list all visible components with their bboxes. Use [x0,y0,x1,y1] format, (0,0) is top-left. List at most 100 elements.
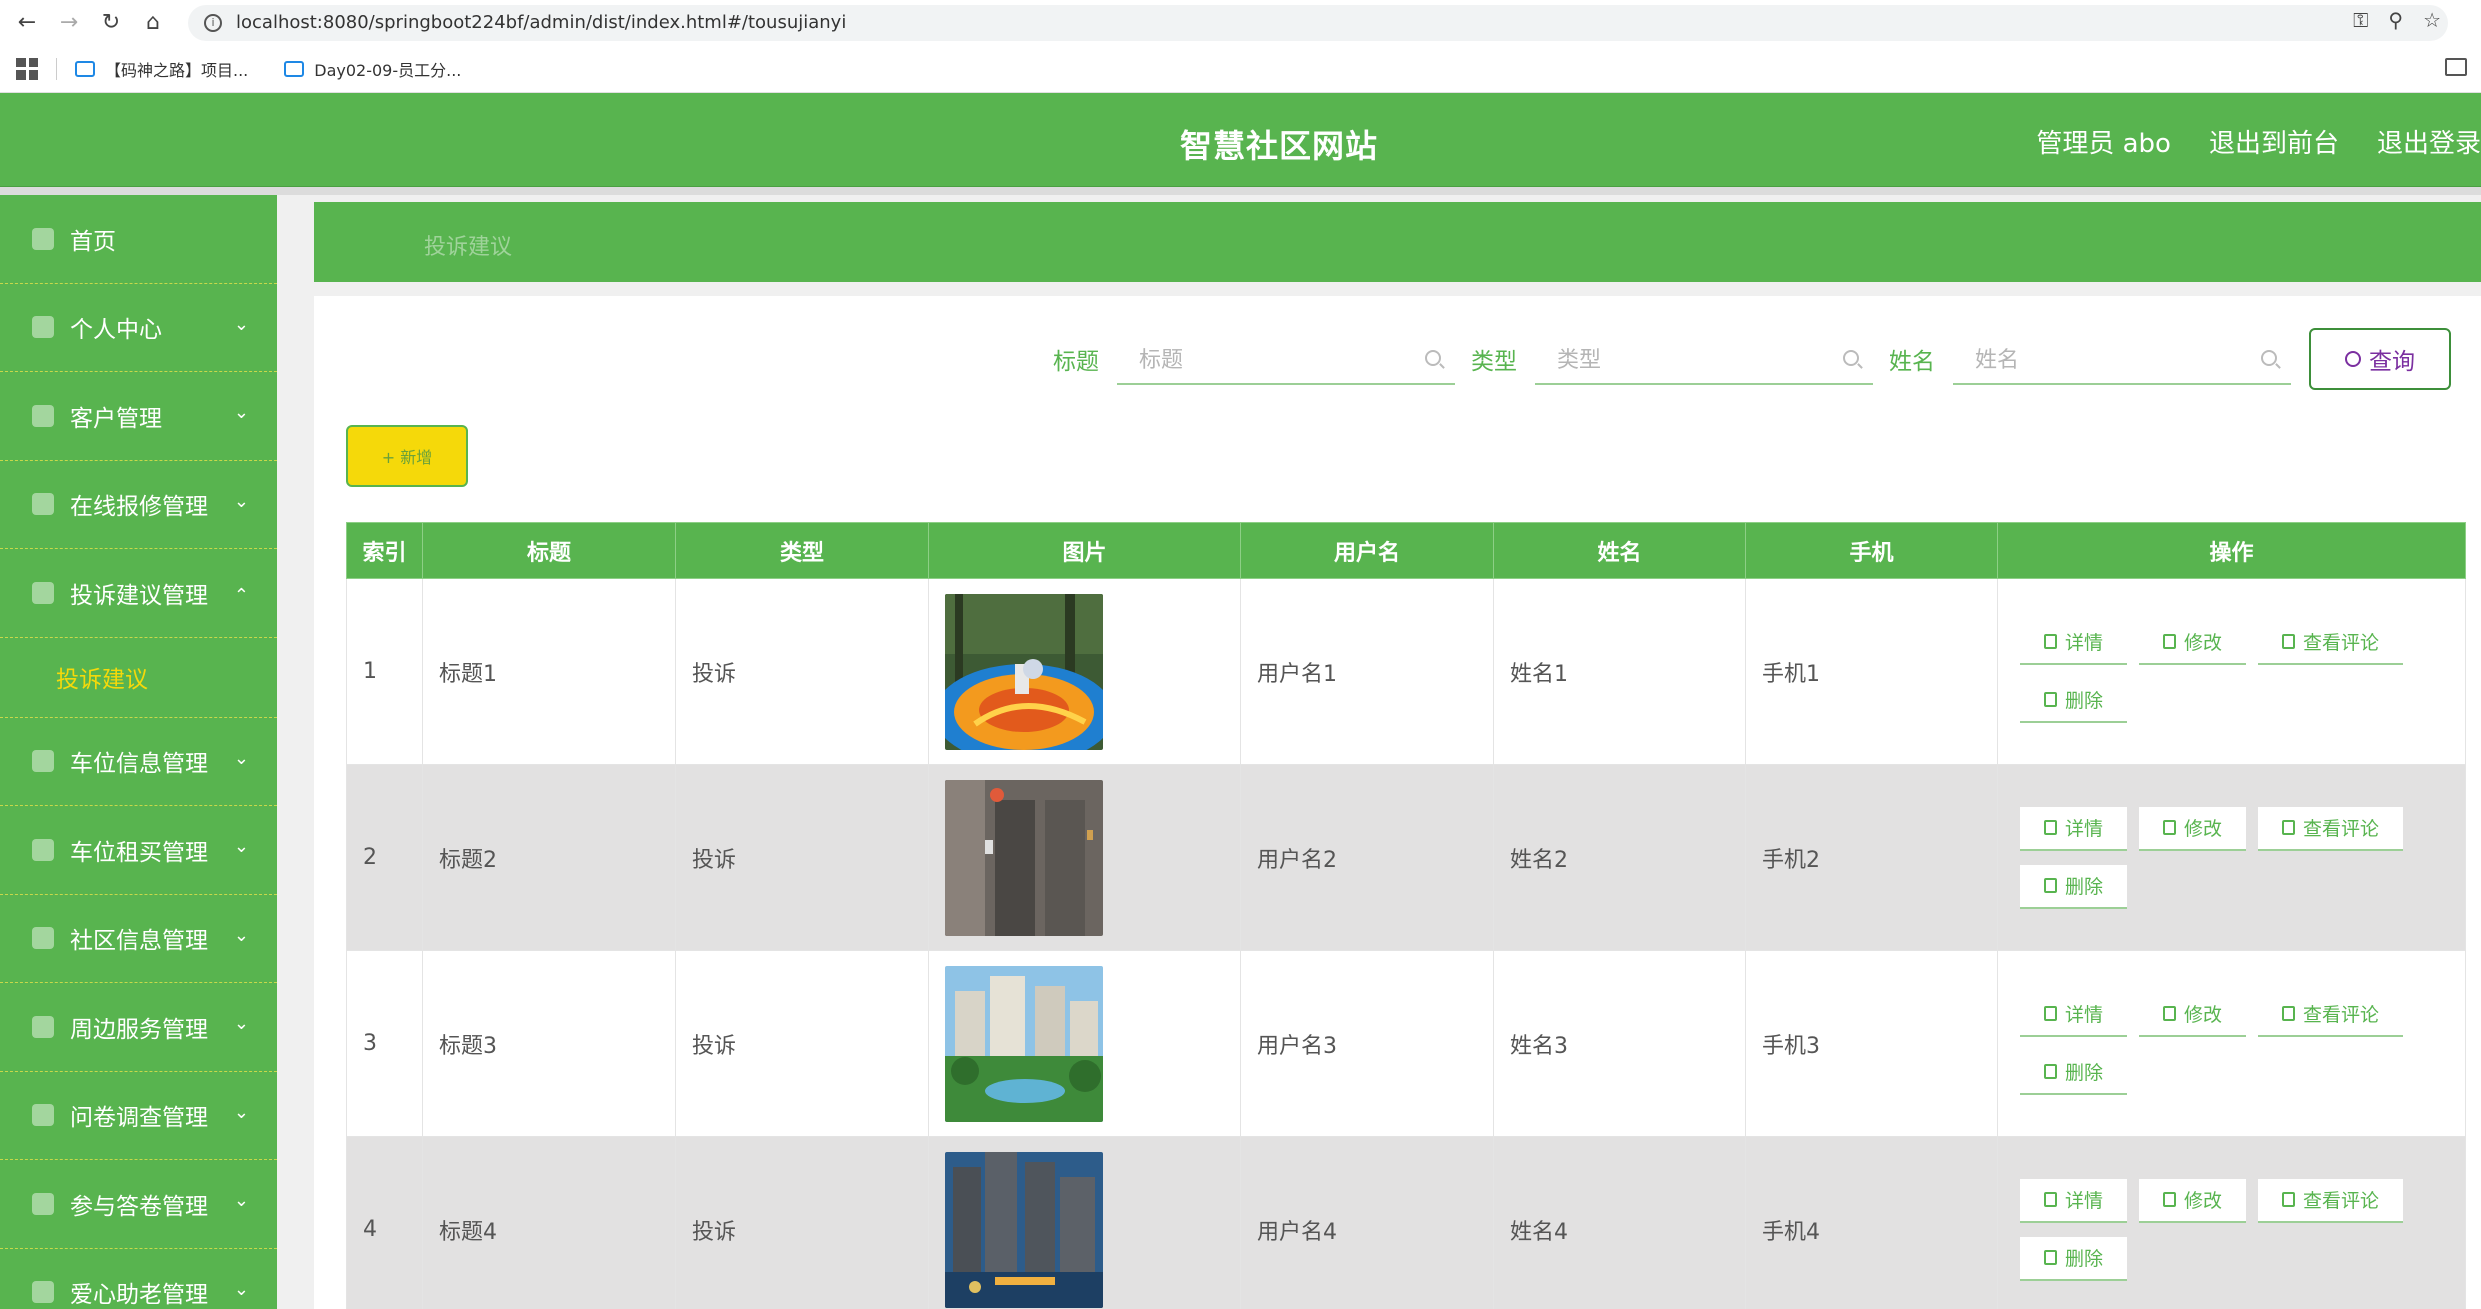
back-icon[interactable]: ← [12,8,42,38]
view-comments-button[interactable]: 查看评论 [2258,621,2404,665]
cell-image [928,1136,1241,1309]
sidebar-item-parking-info[interactable]: 车位信息管理 ⌄ [0,718,277,806]
buildings-night-image[interactable] [945,1151,1103,1308]
column-header: 索引 [346,522,423,579]
column-header: 类型 [675,522,929,579]
search-icon [1843,350,1859,366]
cell-username: 用户名1 [1240,578,1494,765]
edit-button[interactable]: 修改 [2139,993,2247,1037]
chevron-down-icon: ⌄ [233,1013,249,1034]
megaphone-icon [32,1104,54,1127]
chevron-down-icon: ⌄ [233,747,249,769]
query-button[interactable]: 查询 [2309,328,2451,390]
view-comments-button[interactable]: 查看评论 [2258,993,2404,1037]
elevator-image[interactable] [945,779,1103,936]
sidebar-subitem-complaints[interactable]: 投诉建议 [0,638,277,718]
cell-actions: 详情 修改 查看评论 删除 [1997,1136,2466,1309]
folder-icon[interactable] [2445,58,2467,76]
type-label: 类型 [1471,349,1517,375]
detail-button[interactable]: 详情 [2020,806,2128,851]
detail-button[interactable]: 详情 [2020,621,2128,665]
zoom-icon[interactable]: ⚲ [2388,8,2403,32]
chevron-down-icon: ⌄ [233,1190,249,1211]
sidebar-item-customers[interactable]: 客户管理 ⌄ [0,372,277,461]
edit-icon [2163,634,2177,649]
table-row: 3 标题3 投诉 用户名3 姓名3 手机3 详情 修改 查看评论 删除 [346,950,2466,1137]
sidebar-item-complaints[interactable]: 投诉建议管理 ⌃ [0,549,277,638]
sidebar-item-repair[interactable]: 在线报修管理 ⌄ [0,461,277,549]
cell-actions: 详情 修改 查看评论 删除 [1997,950,2466,1137]
edit-button[interactable]: 修改 [2139,806,2247,851]
column-header: 标题 [422,522,676,579]
cell-name: 姓名3 [1493,950,1746,1137]
cell-username: 用户名3 [1240,950,1494,1137]
view-comments-button[interactable]: 查看评论 [2258,1178,2404,1223]
sidebar-item-nearby-services[interactable]: 周边服务管理 ⌄ [0,983,277,1072]
search-form: 标题 标题 类型 类型 姓名 姓名 查询 [1037,328,2451,390]
sidebar-item-surveys[interactable]: 问卷调查管理 ⌄ [0,1072,277,1160]
edit-icon [2163,820,2177,835]
key-icon[interactable]: ⚿ [2353,8,2368,32]
sidebar-item-home[interactable]: 首页 [0,195,277,284]
cell-name: 姓名4 [1493,1136,1746,1309]
user-icon [32,316,54,339]
sidebar-item-elderly-care[interactable]: 爱心助老管理 ⌄ [0,1249,277,1309]
calendar-icon [32,838,54,861]
cell-index: 4 [346,1136,423,1309]
cell-image [928,578,1241,765]
delete-button[interactable]: 删除 [2020,1236,2128,1281]
residential-garden-image[interactable] [945,965,1103,1122]
chevron-down-icon: ⌄ [233,490,249,512]
name-search-input[interactable]: 姓名 [1953,333,2291,385]
chevron-down-icon: ⌄ [233,836,249,857]
add-button[interactable]: + 新增 [346,425,468,487]
search-icon [1425,350,1441,366]
forward-icon[interactable]: → [54,8,84,38]
cell-type: 投诉 [675,578,929,765]
sidebar-item-personal-center[interactable]: 个人中心 ⌄ [0,284,277,372]
cell-image [928,764,1241,951]
address-bar[interactable]: i localhost:8080/springboot224bf/admin/d… [188,4,2448,41]
edit-icon [2282,1006,2296,1021]
document-icon [2044,634,2057,649]
cell-actions: 详情 修改 查看评论 删除 [1997,764,2466,951]
cell-type: 投诉 [675,950,929,1137]
bookmark-item[interactable]: Day02-09-员工分... [284,57,461,81]
reload-icon[interactable]: ↻ [96,8,126,38]
apps-icon[interactable] [16,57,38,80]
building-icon [32,927,54,950]
trash-icon [2044,692,2057,707]
detail-button[interactable]: 详情 [2020,1178,2128,1223]
cell-index: 3 [346,950,423,1137]
view-comments-button[interactable]: 查看评论 [2258,806,2404,851]
type-search-input[interactable]: 类型 [1535,333,1873,385]
table-row: 1 标题1 投诉 用户名1 姓名1 手机1 详情 修改 查看评论 删除 [346,578,2466,765]
edit-icon [2163,1006,2177,1021]
edit-button[interactable]: 修改 [2139,1178,2247,1223]
bilibili-icon [75,60,95,77]
bookmark-item[interactable]: 【码神之路】项目... [75,57,248,81]
detail-button[interactable]: 详情 [2020,993,2128,1037]
info-icon[interactable]: i [204,13,222,32]
sidebar-item-parking-rent[interactable]: 车位租买管理 ⌄ [0,806,277,895]
edit-button[interactable]: 修改 [2139,621,2247,665]
chevron-down-icon: ⌄ [233,1101,249,1123]
document-icon [2044,1006,2057,1021]
title-label: 标题 [1053,349,1099,375]
playground-image[interactable] [945,593,1103,750]
column-header: 手机 [1745,522,1998,579]
delete-button[interactable]: 删除 [2020,864,2128,909]
main-content: 标题 标题 类型 类型 姓名 姓名 查询 + 新增 索引 标题 类型 图片 用户… [314,296,2481,1309]
delete-button[interactable]: 删除 [2020,1051,2128,1095]
home-icon[interactable]: ⌂ [138,8,168,38]
delete-button[interactable]: 删除 [2020,679,2128,723]
bilibili-icon [284,60,305,77]
edit-icon [2163,1192,2177,1207]
exit-to-front-link[interactable]: 退出到前台 [2209,123,2339,160]
sidebar-item-answers[interactable]: 参与答卷管理 ⌄ [0,1160,277,1249]
sidebar-item-community-info[interactable]: 社区信息管理 ⌄ [0,895,277,983]
logout-link[interactable]: 退出登录 [2377,123,2481,160]
star-icon[interactable]: ☆ [2423,8,2441,32]
site-title: 智慧社区网站 [1180,127,1379,165]
title-search-input[interactable]: 标题 [1117,333,1455,385]
